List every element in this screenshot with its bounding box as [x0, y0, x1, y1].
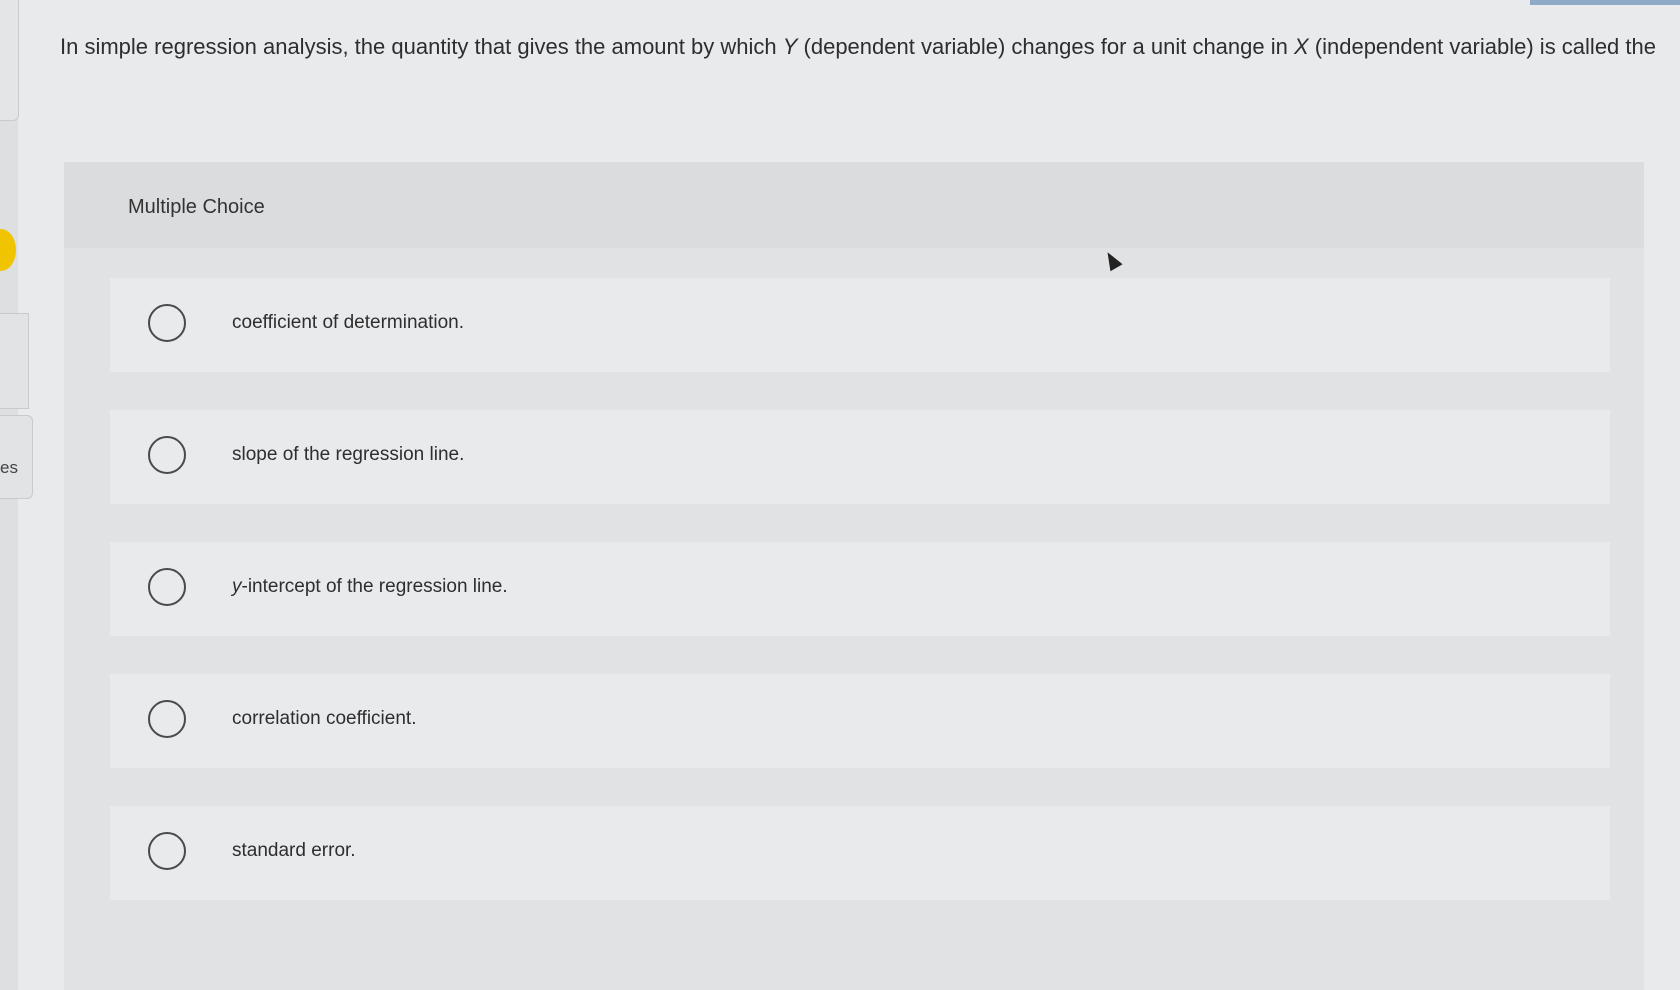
question-var-y: Y	[782, 34, 798, 59]
option-label-var: y	[232, 576, 242, 597]
option-label: slope of the regression line.	[232, 444, 465, 465]
multiple-choice-panel: Multiple Choice coefficient of determina…	[64, 162, 1644, 990]
option-label: correlation coefficient.	[232, 708, 417, 729]
question-var-x: X	[1293, 34, 1309, 59]
option-coefficient-of-determination[interactable]: coefficient of determination.	[110, 278, 1610, 372]
question-text-part3: (independent variable) is called the	[1308, 34, 1656, 59]
option-label-rest: -intercept of the regression line.	[241, 576, 508, 597]
sidebar-tab-label: es	[0, 458, 18, 477]
radio-button[interactable]	[148, 832, 186, 870]
multiple-choice-title: Multiple Choice	[128, 196, 265, 218]
sidebar-tab-top[interactable]	[0, 0, 19, 121]
option-label: coefficient of determination.	[232, 312, 465, 333]
multiple-choice-header: Multiple Choice	[64, 162, 1644, 248]
radio-button[interactable]	[148, 700, 186, 738]
option-slope-of-regression-line[interactable]: slope of the regression line.	[110, 410, 1610, 504]
sidebar-tab-lower[interactable]: es	[0, 415, 33, 499]
radio-button[interactable]	[148, 568, 186, 606]
sidebar-tab-middle[interactable]	[0, 313, 29, 409]
radio-button[interactable]	[148, 304, 186, 342]
question-text-part2: (dependent variable) changes for a unit …	[797, 34, 1294, 59]
radio-button[interactable]	[148, 436, 186, 474]
question-text-part1: In simple regression analysis, the quant…	[60, 34, 783, 59]
option-y-intercept[interactable]: y-intercept of the regression line.	[110, 542, 1610, 636]
top-accent-bar	[1530, 0, 1680, 5]
option-label: standard error.	[232, 840, 356, 861]
option-correlation-coefficient[interactable]: correlation coefficient.	[110, 674, 1610, 768]
option-standard-error[interactable]: standard error.	[110, 806, 1610, 900]
question-text: In simple regression analysis, the quant…	[60, 30, 1660, 63]
option-label: y-intercept of the regression line.	[232, 576, 508, 598]
